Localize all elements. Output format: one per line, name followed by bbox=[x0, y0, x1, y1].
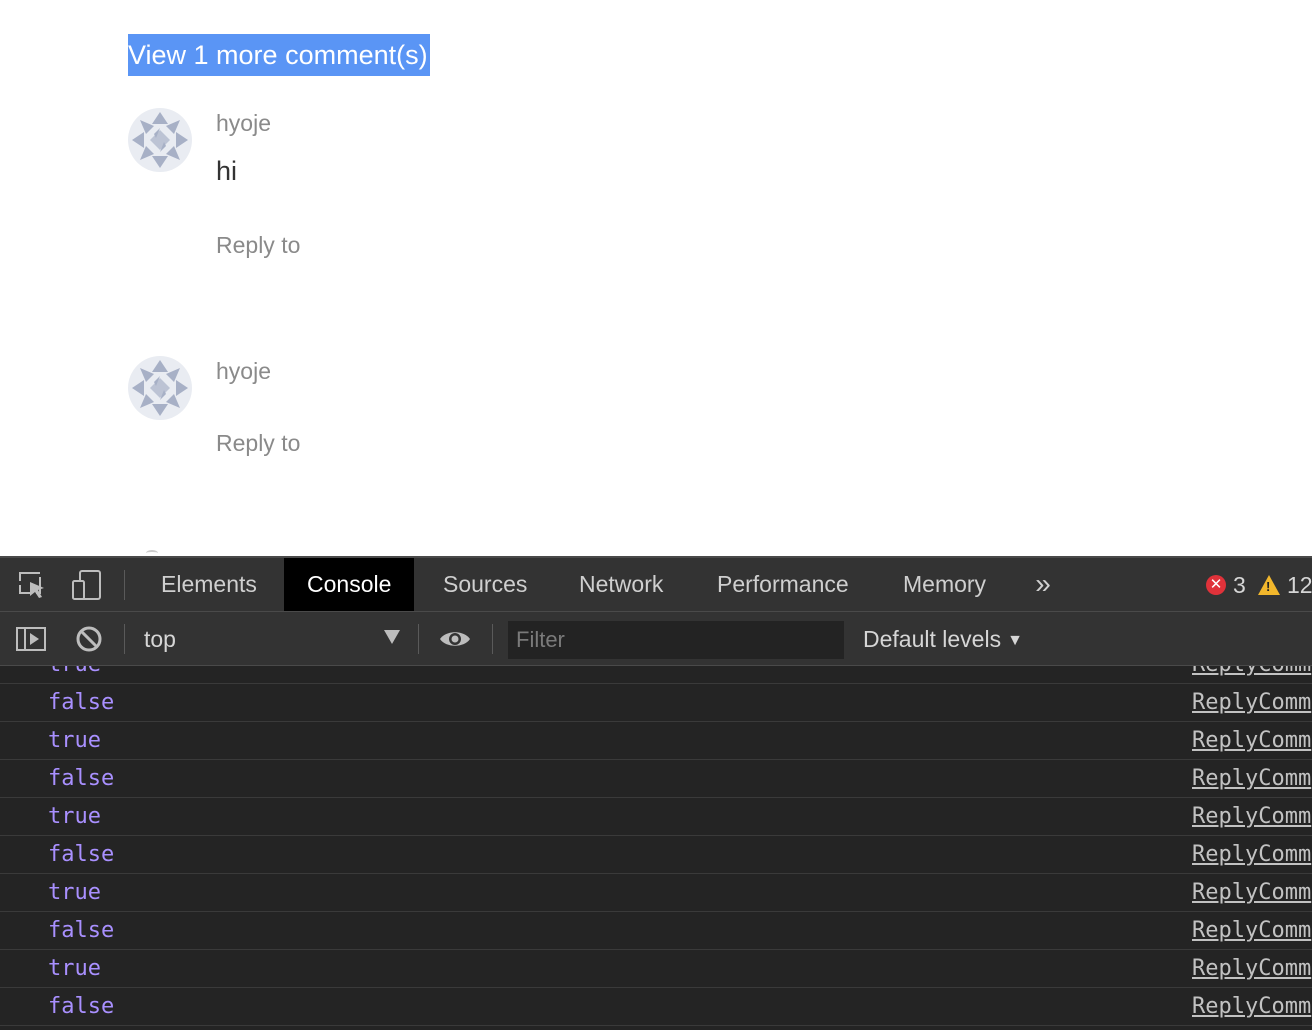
console-value: true bbox=[48, 728, 101, 753]
live-expression-eye-icon[interactable] bbox=[438, 622, 472, 656]
tab-memory[interactable]: Memory bbox=[880, 558, 1009, 611]
error-icon: ✕ bbox=[1206, 575, 1226, 595]
avatar bbox=[128, 356, 192, 420]
comment-author: hyoje bbox=[216, 110, 271, 136]
console-filter-input[interactable] bbox=[508, 621, 844, 659]
devtools-tabbar: Elements Console Sources Network Perform… bbox=[0, 558, 1312, 612]
tab-elements[interactable]: Elements bbox=[138, 558, 280, 611]
devtools-panel: Elements Console Sources Network Perform… bbox=[0, 556, 1312, 1030]
chevron-down-icon: ▼ bbox=[1007, 632, 1023, 649]
console-row: false ReplyComm bbox=[0, 760, 1312, 798]
console-source-link[interactable]: ReplyComm bbox=[1192, 836, 1311, 873]
error-count: 3 bbox=[1233, 571, 1246, 598]
console-row: false ReplyComm bbox=[0, 988, 1312, 1026]
log-levels-dropdown[interactable]: Default levels ▼ bbox=[863, 612, 1023, 666]
console-value: true bbox=[48, 804, 101, 829]
comment-author: hyoje bbox=[216, 358, 271, 384]
console-row: false ReplyComm bbox=[0, 912, 1312, 950]
console-value: false bbox=[48, 994, 115, 1019]
console-source-link[interactable]: ReplyComm bbox=[1192, 798, 1311, 835]
toolbar-divider bbox=[492, 624, 493, 654]
console-source-link[interactable]: ReplyComm bbox=[1192, 760, 1311, 797]
reply-button[interactable]: Reply to bbox=[216, 232, 300, 259]
more-tabs-chevron-icon[interactable]: » bbox=[1030, 558, 1056, 611]
console-row: false ReplyComm bbox=[0, 684, 1312, 722]
tab-network[interactable]: Network bbox=[556, 558, 686, 611]
log-levels-label: Default levels bbox=[863, 626, 1002, 652]
clear-console-icon[interactable] bbox=[72, 622, 106, 656]
comments-page: View 1 more comment(s) hyoje hi Reply to bbox=[0, 0, 1312, 556]
tab-console[interactable]: Console bbox=[284, 558, 415, 611]
console-row: true ReplyComm bbox=[0, 950, 1312, 988]
avatar bbox=[128, 108, 192, 172]
console-value: true bbox=[48, 956, 101, 981]
context-selector[interactable]: top bbox=[144, 612, 176, 666]
console-row: false ReplyComm bbox=[0, 836, 1312, 874]
warning-icon: ! bbox=[1258, 575, 1280, 595]
console-row: true ReplyComm bbox=[0, 722, 1312, 760]
console-source-link[interactable]: ReplyComm bbox=[1192, 684, 1311, 721]
console-row: true ReplyComm bbox=[0, 798, 1312, 836]
view-more-comments-link[interactable]: View 1 more comment(s) bbox=[128, 34, 430, 76]
comment-text: hi bbox=[216, 156, 238, 186]
console-value: true bbox=[48, 666, 101, 683]
inspect-element-icon[interactable] bbox=[16, 568, 50, 602]
console-source-link[interactable]: ReplyComm bbox=[1192, 912, 1311, 949]
console-value: false bbox=[48, 766, 115, 791]
console-source-link[interactable]: ReplyComm bbox=[1192, 988, 1311, 1025]
console-value: true bbox=[48, 880, 101, 905]
error-counter[interactable]: ✕ 3 bbox=[1206, 572, 1246, 598]
console-row: true ReplyComm bbox=[0, 874, 1312, 912]
device-toolbar-icon[interactable] bbox=[70, 568, 104, 602]
tab-performance[interactable]: Performance bbox=[694, 558, 872, 611]
console-source-link[interactable]: ReplyComm bbox=[1192, 950, 1311, 987]
console-toolbar: top Default levels ▼ bbox=[0, 612, 1312, 666]
warning-counter[interactable]: ! 12 bbox=[1258, 572, 1312, 598]
console-output: true ReplyComm false ReplyComm true Repl… bbox=[0, 666, 1312, 1030]
comment-item: hyoje hi Reply to bbox=[128, 108, 728, 278]
reply-button[interactable]: Reply to bbox=[216, 430, 300, 457]
comment-item: hyoje Reply to bbox=[128, 356, 728, 466]
warning-count: 12 bbox=[1287, 571, 1312, 598]
show-sidebar-icon[interactable] bbox=[14, 622, 48, 656]
console-value: false bbox=[48, 842, 115, 867]
console-source-link[interactable]: ReplyComm bbox=[1192, 722, 1311, 759]
tab-sources[interactable]: Sources bbox=[420, 558, 550, 611]
toolbar-divider bbox=[124, 624, 125, 654]
toolbar-divider bbox=[124, 570, 125, 600]
console-value: false bbox=[48, 690, 115, 715]
toolbar-divider bbox=[418, 624, 419, 654]
context-dropdown-icon[interactable] bbox=[384, 630, 400, 644]
console-source-link[interactable]: ReplyComm bbox=[1192, 666, 1311, 683]
console-row: true ReplyComm bbox=[0, 666, 1312, 684]
console-value: false bbox=[48, 918, 115, 943]
console-source-link[interactable]: ReplyComm bbox=[1192, 874, 1311, 911]
